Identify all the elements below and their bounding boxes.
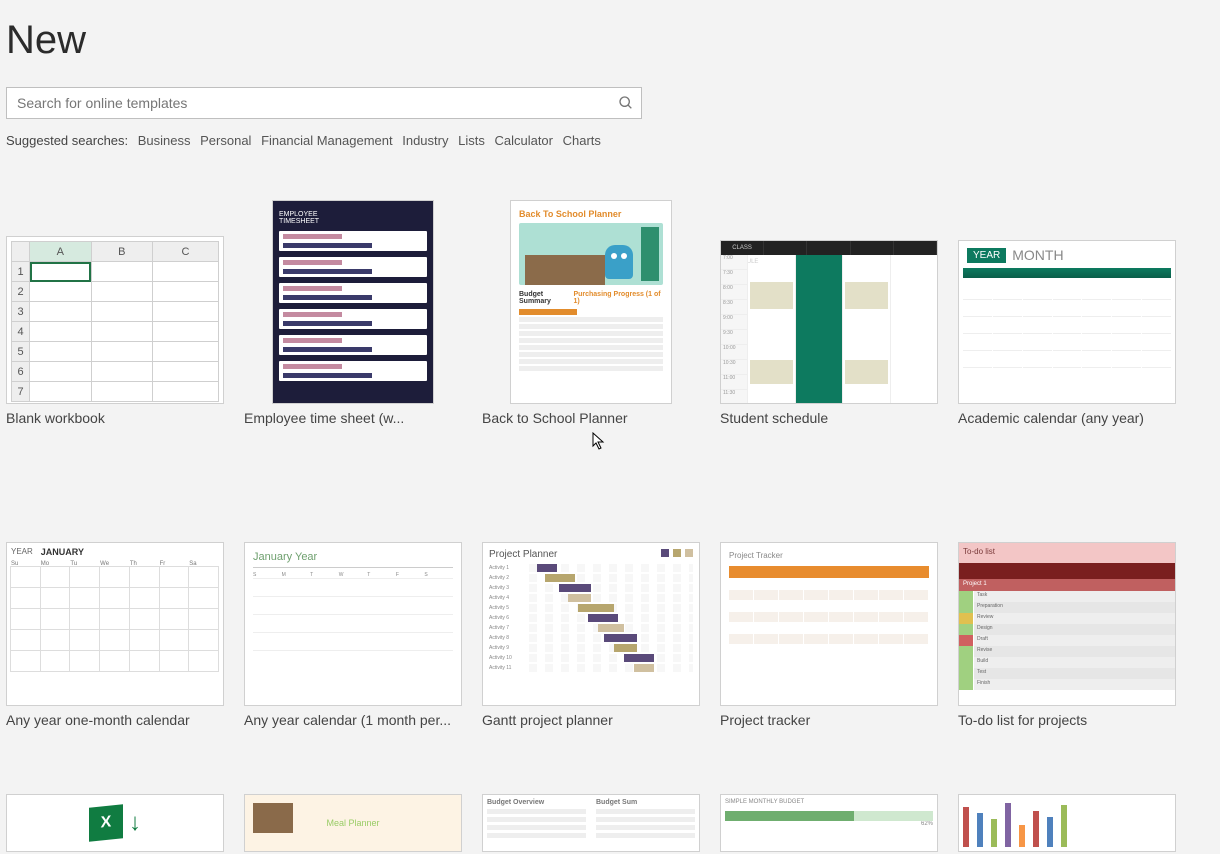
template-academic-calendar[interactable]: YEAR MONTH Academic calendar (any year)	[958, 190, 1176, 426]
template-meal-planner[interactable]: Meal Planner	[244, 794, 462, 852]
thumb-text: Budget Overview	[487, 799, 544, 806]
template-thumbnail: To-do list Project 1 Task Preparation Re…	[958, 492, 1176, 706]
row-header: 6	[12, 362, 30, 382]
template-thumbnail: YEAR JANUARY SuMoTuWeThFrSa	[6, 492, 224, 706]
thumb-text: YEAR	[967, 248, 1006, 263]
template-thumbnail: Back To School Planner Budget SummaryPur…	[482, 190, 700, 404]
thumb-text: Planner	[588, 209, 621, 219]
suggested-link-business[interactable]: Business	[138, 133, 191, 148]
template-chart[interactable]	[958, 794, 1176, 852]
template-thumbnail: A B C 1 2 3 4 5 6 7	[6, 190, 224, 404]
row-header: 2	[12, 282, 30, 302]
thumb-text: January Year	[253, 551, 453, 563]
thumb-text: 62%	[725, 821, 933, 827]
suggested-link-lists[interactable]: Lists	[458, 133, 485, 148]
suggested-link-calculator[interactable]: Calculator	[494, 133, 553, 148]
template-label: Academic calendar (any year)	[958, 410, 1176, 426]
excel-icon	[89, 804, 123, 842]
arrow-down-icon: ↓	[129, 809, 141, 837]
template-any-year-one-month[interactable]: YEAR JANUARY SuMoTuWeThFrSa Any year one…	[6, 492, 224, 728]
thumb-text: SIMPLE MONTHLY BUDGET	[725, 799, 933, 805]
template-student-schedule[interactable]: CLASS SCHEDULE 7:007:308:008:309:009:301…	[720, 190, 938, 426]
thumb-text: Budget Summary	[519, 291, 573, 305]
search-icon	[618, 95, 634, 111]
col-header: A	[30, 242, 92, 262]
template-back-to-school-planner[interactable]: Back To School Planner Budget SummaryPur…	[482, 190, 700, 426]
template-blank-workbook[interactable]: A B C 1 2 3 4 5 6 7 Blank workbook	[6, 190, 224, 426]
template-todo-list[interactable]: To-do list Project 1 Task Preparation Re…	[958, 492, 1176, 728]
template-label: Any year calendar (1 month per...	[244, 712, 462, 728]
search-button[interactable]	[614, 91, 638, 115]
page-title: New	[6, 0, 1214, 87]
thumb-text: Budget Sum	[596, 799, 637, 806]
template-label: Student schedule	[720, 410, 938, 426]
template-simple-monthly-budget[interactable]: SIMPLE MONTHLY BUDGET 62%	[720, 794, 938, 852]
template-label: Blank workbook	[6, 410, 224, 426]
thumb-text: Project Planner	[489, 549, 557, 560]
template-label: Any year one-month calendar	[6, 712, 224, 728]
thumb-text: Purchasing Progress (1 of 1)	[573, 291, 663, 305]
row-header: 3	[12, 302, 30, 322]
suggested-link-charts[interactable]: Charts	[563, 133, 601, 148]
thumb-text: Project Tracker	[729, 551, 929, 560]
template-thumbnail: Project Planner Activity 1 Activity 2 Ac…	[482, 492, 700, 706]
row-header: 7	[12, 382, 30, 402]
template-gantt-project-planner[interactable]: Project Planner Activity 1 Activity 2 Ac…	[482, 492, 700, 728]
template-label: Gantt project planner	[482, 712, 700, 728]
row-header: 5	[12, 342, 30, 362]
search-input[interactable]	[6, 87, 642, 119]
template-thumbnail: YEAR MONTH	[958, 190, 1176, 404]
template-budget-overview[interactable]: Budget Overview Budget Sum	[482, 794, 700, 852]
thumb-text: CLASS SCHEDULE	[721, 241, 764, 255]
row-header: 1	[12, 262, 30, 282]
col-header: C	[153, 242, 219, 262]
suggested-link-industry[interactable]: Industry	[402, 133, 448, 148]
template-label: To-do list for projects	[958, 712, 1176, 728]
template-label: Project tracker	[720, 712, 938, 728]
thumb-text: Back To School	[519, 209, 588, 219]
thumb-text: MONTH	[1012, 247, 1063, 263]
template-thumbnail: Project Tracker	[720, 492, 938, 706]
thumb-text: To-do list	[959, 543, 1175, 563]
template-employee-time-sheet[interactable]: EMPLOYEETIMESHEET Employee time sheet (w…	[244, 190, 462, 426]
thumb-text: JANUARY	[41, 547, 84, 557]
suggested-searches: Suggested searches: Business Personal Fi…	[6, 133, 1214, 148]
template-excel-tour[interactable]: ↓	[6, 794, 224, 852]
thumb-text: Meal Planner	[326, 818, 379, 828]
search-box	[6, 87, 642, 119]
template-project-tracker[interactable]: Project Tracker Project tracker	[720, 492, 938, 728]
template-gallery: A B C 1 2 3 4 5 6 7 Blank workbook EMPLO…	[6, 190, 1214, 852]
suggested-link-financial-management[interactable]: Financial Management	[261, 133, 393, 148]
template-thumbnail: CLASS SCHEDULE 7:007:308:008:309:009:301…	[720, 190, 938, 404]
row-header: 4	[12, 322, 30, 342]
col-header: B	[91, 242, 153, 262]
thumb-text: YEAR	[11, 547, 33, 557]
template-thumbnail: January Year SMTWTFS	[244, 492, 462, 706]
suggested-link-personal[interactable]: Personal	[200, 133, 251, 148]
template-thumbnail: EMPLOYEETIMESHEET	[244, 190, 462, 404]
template-any-year-calendar[interactable]: January Year SMTWTFS Any year calendar (…	[244, 492, 462, 728]
template-label: Back to School Planner	[482, 410, 700, 426]
suggested-label: Suggested searches:	[6, 133, 128, 148]
template-label: Employee time sheet (w...	[244, 410, 462, 426]
